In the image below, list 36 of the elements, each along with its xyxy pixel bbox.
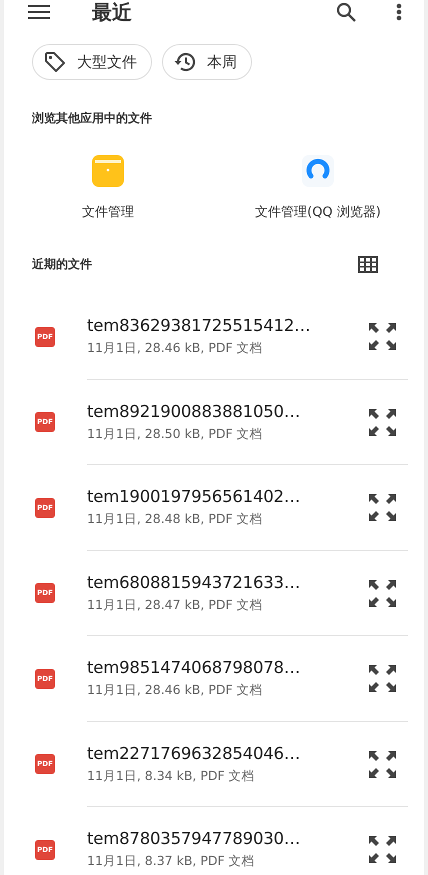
file-details: 11月1日, 8.34 kB, PDF 文档 (87, 768, 256, 785)
search-icon[interactable] (336, 2, 356, 22)
page-title: 最近 (92, 0, 133, 24)
folder-app-icon (92, 155, 124, 187)
expand-icon[interactable] (369, 494, 396, 522)
file-name: tem8921900883881050… (87, 402, 302, 421)
history-icon (173, 50, 197, 74)
expand-icon[interactable] (369, 665, 396, 692)
expand-icon[interactable] (369, 323, 396, 350)
file-details: 11月1日, 28.48 kB, PDF 文档 (87, 511, 264, 528)
file-details: 11月1日, 28.46 kB, PDF 文档 (87, 682, 264, 700)
section-heading: 近期的文件 (32, 256, 92, 273)
more-icon[interactable] (396, 3, 402, 21)
menu-icon[interactable] (28, 5, 50, 19)
expand-icon[interactable] (369, 408, 396, 436)
file-name: tem1900197956561402… (87, 487, 302, 506)
file-name: tem83629381725515412… (87, 316, 312, 336)
file-details: 11月1日, 28.46 kB, PDF 文档 (87, 340, 264, 358)
filter-chip[interactable]: 大型文件 (32, 44, 152, 80)
expand-icon[interactable] (369, 836, 396, 864)
file-name: tem9851474068798078… (87, 658, 302, 678)
expand-icon[interactable] (369, 580, 396, 607)
file-name: tem2271769632854046… (87, 744, 302, 763)
file-name: tem8780357947789030… (87, 829, 302, 848)
file-details: 11月1日, 8.37 kB, PDF 文档 (87, 853, 256, 870)
browser-app-icon (302, 155, 334, 187)
app-shortcut[interactable]: 文件管理 (4, 155, 212, 221)
section-heading: 浏览其他应用中的文件 (31, 110, 153, 127)
expand-icon[interactable] (369, 750, 396, 778)
file-details: 11月1日, 28.47 kB, PDF 文档 (87, 596, 264, 614)
grid-view-icon[interactable] (358, 256, 378, 273)
app-shortcut[interactable]: 文件管理(QQ 浏览器) (212, 155, 424, 221)
filter-chip[interactable]: 本周 (162, 44, 252, 80)
tag-icon (43, 50, 67, 74)
file-details: 11月1日, 28.50 kB, PDF 文档 (87, 426, 264, 443)
file-name: tem6808815943721633… (87, 572, 302, 592)
